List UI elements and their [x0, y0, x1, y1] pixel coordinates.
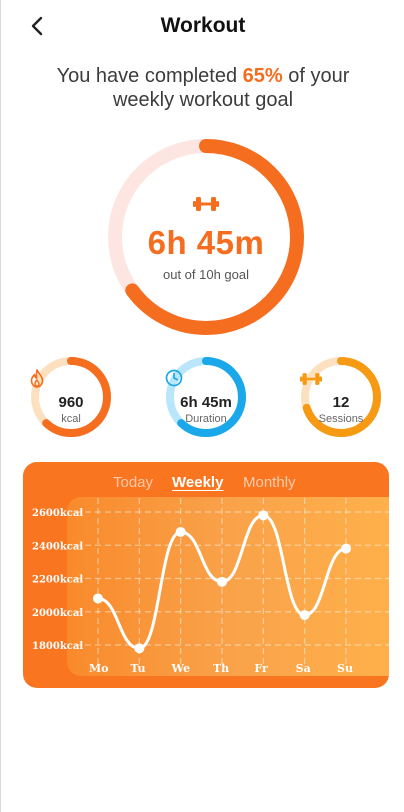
goal-summary: You have completed 65% of your weekly wo… [35, 64, 371, 112]
data-point [93, 593, 103, 604]
summary-suffix: of your [282, 65, 350, 87]
sessions-value: 12 [332, 394, 350, 411]
x-tick-label: Fr [254, 662, 268, 675]
x-tick-label: Tu [130, 662, 145, 675]
calories-value: 960 [58, 394, 84, 411]
x-tick-label: We [171, 662, 190, 675]
data-point [217, 576, 227, 587]
y-tick-label: 2400kcal [32, 541, 83, 552]
page-title: Workout [160, 14, 246, 37]
sessions-label: Sessions [318, 413, 364, 425]
header: Workout [1, 0, 404, 54]
dumbbell-icon [300, 369, 382, 389]
x-tick-label: Th [213, 662, 229, 675]
summary-line2: weekly workout goal [112, 89, 294, 111]
data-point [175, 526, 186, 537]
flame-icon [30, 369, 112, 389]
goal-duration-value: 6h 45m [147, 224, 265, 261]
data-point [299, 610, 310, 621]
y-tick-label: 2200kcal [32, 575, 83, 586]
x-tick-label: Su [337, 662, 353, 675]
duration-value: 6h 45m [180, 394, 232, 411]
y-tick-label: 2600kcal [32, 508, 83, 519]
stat-duration: 6h 45m Duration [165, 356, 247, 438]
workout-screen: Workout You have completed 65% of your w… [0, 0, 404, 812]
data-point [134, 643, 145, 654]
x-tick-label: Mo [89, 662, 109, 675]
data-point [258, 510, 269, 521]
calories-label: kcal [61, 413, 81, 425]
goal-progress-ring: 6h 45m out of 10h goal [106, 137, 306, 337]
y-tick-label: 2000kcal [32, 608, 83, 619]
x-tick-label: Sa [296, 662, 311, 675]
data-point [341, 543, 351, 554]
duration-label: Duration [185, 413, 227, 425]
dumbbell-icon [193, 195, 219, 213]
stat-calories: 960 kcal [30, 356, 112, 438]
weekly-calorie-chart: Today Weekly Monthly 1800kcal 2000kcal 220… [23, 462, 389, 688]
y-tick-label: 1800kcal [32, 641, 83, 652]
summary-percent: 65% [242, 65, 283, 87]
goal-duration-sub: out of 10h goal [162, 267, 250, 282]
summary-prefix: You have completed [56, 65, 243, 87]
stat-sessions: 12 Sessions [300, 356, 382, 438]
chart-plot: 1800kcal 2000kcal 2200kcal 2400kcal 2600kcal… [32, 498, 389, 675]
clock-icon [165, 369, 247, 389]
